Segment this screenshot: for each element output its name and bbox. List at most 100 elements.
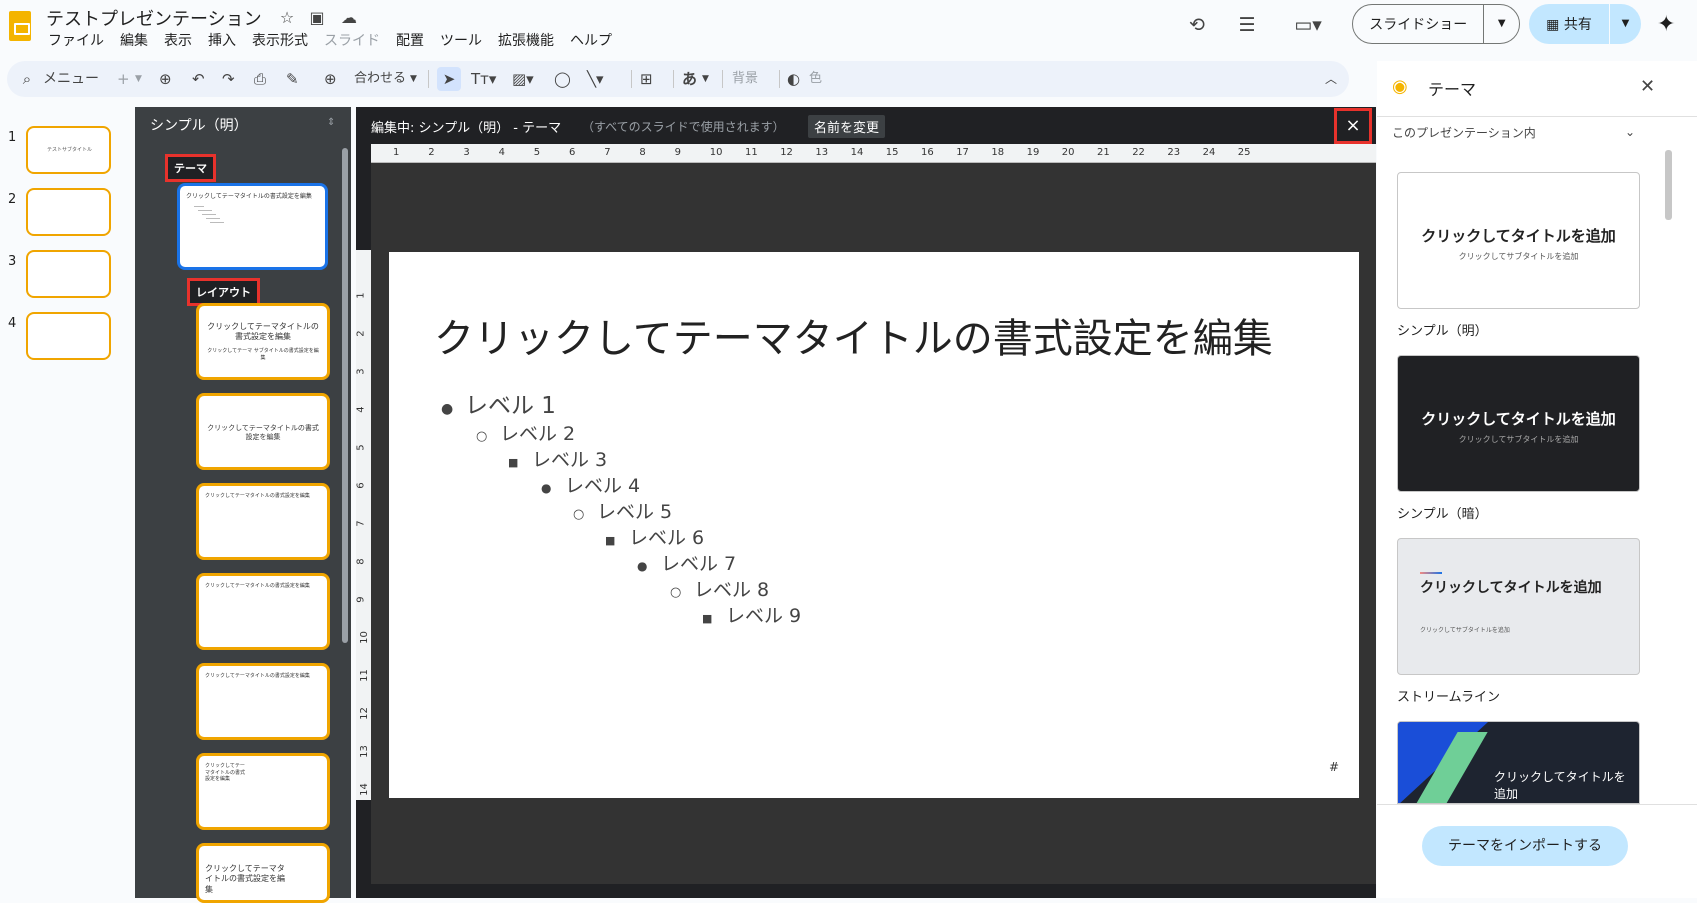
ruler-v-number: 5 (355, 444, 367, 451)
bullet-level-8[interactable]: ○ レベル 8 (670, 575, 769, 602)
bullet-text: レベル 9 (726, 605, 802, 627)
theme-card-simple-light[interactable]: クリックしてタイトルを追加 クリックしてサブタイトルを追加 (1397, 172, 1640, 309)
ruler-h-number: 11 (745, 147, 758, 158)
image-icon[interactable]: ▨▾ (512, 69, 534, 89)
collapse-toolbar-icon[interactable]: ︿ (1325, 69, 1337, 89)
bullet-level-9[interactable]: ■ レベル 9 (702, 601, 801, 628)
ruler-h-number: 12 (780, 147, 793, 158)
gemini-icon[interactable]: ✦ (1657, 12, 1675, 37)
layout-thumbnail[interactable]: クリックしてテーマタイトルの書式設定を編集 クリックしてテーマ サブタイトルの書… (196, 303, 330, 380)
bullet-level-4[interactable]: ● レベル 4 (541, 471, 640, 498)
new-layout-icon[interactable]: ⊕ (159, 69, 172, 89)
placeholder-icon[interactable]: ⊞ (640, 69, 653, 89)
menu-insert[interactable]: 挿入 (200, 31, 244, 51)
redo-icon[interactable]: ↷ (222, 69, 235, 89)
text-box-icon[interactable]: Tт▾ (471, 69, 496, 89)
menu-file[interactable]: ファイル (40, 31, 112, 51)
layout-thumbnail[interactable]: クリックしてテーマタイトルの書式設定を編集 (196, 663, 330, 740)
menu-search-input[interactable]: メニュー (43, 69, 99, 89)
theme-panel-scrollbar[interactable] (1665, 150, 1672, 220)
meet-video-icon[interactable]: ▭▾ (1283, 11, 1333, 39)
bullet-level-6[interactable]: ■ レベル 6 (605, 523, 704, 550)
slide-thumbnail[interactable] (26, 312, 111, 360)
slides-logo-icon[interactable] (9, 11, 31, 41)
background-button[interactable]: 背景 (732, 69, 758, 89)
share-button[interactable]: ▦ 共有 ▼ (1529, 4, 1641, 44)
slide-thumbnail[interactable]: テストサブタイトル (26, 126, 111, 174)
theme-master-thumbnail[interactable]: クリックしてテーマタイトルの書式設定を編集 (177, 183, 328, 270)
close-icon[interactable]: ✕ (1640, 76, 1655, 97)
master-scrollbar[interactable] (342, 148, 348, 643)
bullet-level-1[interactable]: ● レベル 1 (441, 386, 556, 420)
zoom-dropdown-icon[interactable]: ▼ (410, 69, 417, 89)
bullet-icon: ● (637, 559, 648, 573)
comments-icon[interactable]: ☰ (1233, 11, 1261, 39)
color-button[interactable]: 色 (809, 69, 822, 89)
import-theme-button[interactable]: テーマをインポートする (1422, 826, 1628, 866)
search-icon[interactable]: ⌕ (19, 69, 35, 89)
thumb-bullets (194, 206, 244, 246)
ruler-h-number: 2 (428, 147, 435, 158)
menu-slide[interactable]: スライド (316, 31, 388, 51)
rename-button[interactable]: 名前を変更 (808, 115, 886, 138)
theme-card-focus[interactable]: クリックしてタイトルを追加 (1397, 721, 1640, 804)
close-master-button[interactable]: × (1334, 108, 1372, 144)
zoom-select[interactable]: 合わせる (354, 69, 406, 89)
ruler-h-number: 7 (604, 147, 611, 158)
layout-thumbnail[interactable]: クリックしてテーマタイトルの書式設定を編集 (196, 573, 330, 650)
font-menu[interactable]: あ (682, 69, 697, 89)
horizontal-ruler[interactable]: 1 2 3 4 5 6 7 8 9 10 11 12 13 14 15 16 17 18 19 20 21 22 23 24 2… (371, 144, 1376, 163)
document-title[interactable]: テストプレゼンテーション (46, 5, 262, 31)
theme-name: シンプル（暗） (1397, 507, 1488, 522)
slideshow-button[interactable]: スライドショー ▼ (1352, 4, 1520, 44)
panel-sort-icon[interactable]: ⇕ (327, 117, 335, 128)
zoom-icon[interactable]: ⊕ (324, 69, 337, 89)
share-dropdown-icon[interactable]: ▼ (1609, 4, 1641, 44)
menu-format[interactable]: 表示形式 (244, 31, 316, 51)
layout-thumbnail[interactable]: クリックしてテーマタイトルの書式設定を編集 (196, 843, 330, 903)
menu-edit[interactable]: 編集 (112, 31, 156, 51)
thumb-title: クリックしてテーマタイトルの書式設定を編集 (207, 322, 319, 342)
menu-view[interactable]: 表示 (156, 31, 200, 51)
line-icon[interactable]: ╲▾ (587, 69, 604, 89)
layout-thumbnail[interactable]: クリックしてテーマタイトルの書式設定を編集 (196, 753, 330, 830)
theme-card-simple-dark[interactable]: クリックしてタイトルを追加 クリックしてサブタイトルを追加 (1397, 355, 1640, 492)
history-icon[interactable]: ⟲ (1183, 11, 1211, 39)
select-cursor-icon[interactable]: ➤ (437, 67, 461, 91)
bullet-level-3[interactable]: ■ レベル 3 (508, 445, 607, 472)
slide-thumbnail[interactable] (26, 250, 111, 298)
font-dropdown-icon[interactable]: ▼ (702, 69, 709, 89)
print-icon[interactable]: ⎙ (254, 69, 266, 89)
ruler-h-number: 25 (1237, 147, 1251, 158)
bullet-level-2[interactable]: ○ レベル 2 (476, 419, 575, 446)
menu-help[interactable]: ヘルプ (562, 31, 620, 51)
slide-number-placeholder[interactable]: # (1329, 760, 1339, 774)
menu-arrange[interactable]: 配置 (388, 31, 432, 51)
menu-tools[interactable]: ツール (432, 31, 490, 51)
star-icon[interactable]: ☆ (277, 8, 297, 27)
theme-card-title: クリックしてタイトルを追加 (1420, 580, 1602, 596)
theme-source-select[interactable]: このプレゼンテーション内 (1392, 124, 1536, 141)
shape-icon[interactable]: ◯ (554, 69, 571, 89)
editing-label: 編集中: シンプル（明） - テーマ (371, 121, 562, 136)
undo-icon[interactable]: ↶ (192, 69, 205, 89)
theme-card-subtitle: クリックしてサブタイトルを追加 (1458, 435, 1579, 444)
bullet-level-5[interactable]: ○ レベル 5 (573, 497, 672, 524)
paint-format-icon[interactable]: ✎ (286, 69, 299, 89)
layout-thumbnail[interactable]: クリックしてテーマタイトルの書式設定を編集 (196, 393, 330, 470)
vertical-ruler[interactable]: 1 2 3 4 5 6 7 8 9 10 11 12 13 14 (356, 250, 371, 800)
slideshow-dropdown-icon[interactable]: ▼ (1483, 5, 1519, 43)
move-folder-icon[interactable]: ▣ (307, 8, 327, 27)
new-slide-icon[interactable]: + (117, 69, 130, 89)
slide-title-placeholder[interactable]: クリックしてテーマタイトルの書式設定を編集 (434, 306, 1273, 364)
layout-thumbnail[interactable]: クリックしてテーマタイトルの書式設定を編集 (196, 483, 330, 560)
menu-extensions[interactable]: 拡張機能 (490, 31, 562, 51)
ruler-h-number: 1 (393, 147, 400, 158)
theme-card-streamline[interactable]: クリックしてタイトルを追加 クリックしてサブタイトルを追加 (1397, 538, 1640, 675)
bullet-level-7[interactable]: ● レベル 7 (637, 549, 736, 576)
palette-icon[interactable]: ◐ (787, 69, 800, 89)
chevron-down-icon[interactable]: ⌄ (1625, 125, 1635, 139)
new-slide-dropdown-icon[interactable]: ▼ (135, 69, 142, 89)
slide-thumbnail[interactable] (26, 188, 111, 236)
cloud-status-icon[interactable]: ☁ (339, 8, 359, 27)
